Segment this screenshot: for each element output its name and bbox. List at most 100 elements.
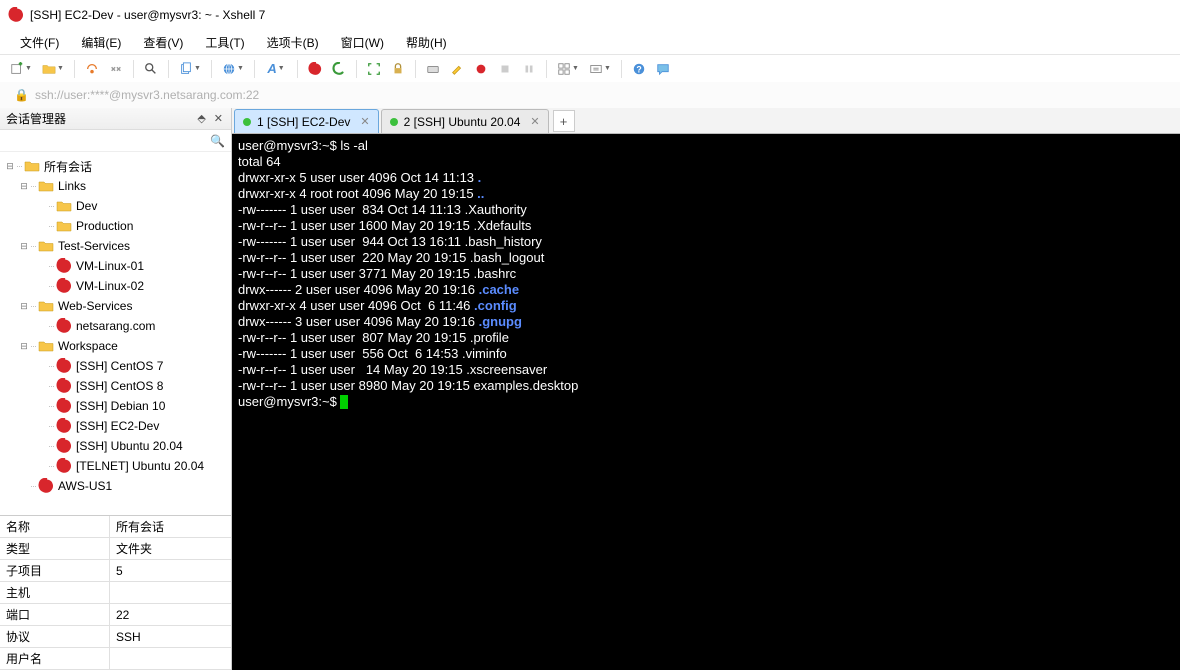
open-session-button[interactable]: ▼ bbox=[38, 58, 68, 80]
tree-workspace[interactable]: ⊟··· Workspace bbox=[0, 336, 231, 356]
copy-button[interactable]: ▼ bbox=[175, 58, 205, 80]
keyboard-button[interactable] bbox=[422, 58, 444, 80]
tree-centos8[interactable]: ···· [SSH] CentOS 8 bbox=[0, 376, 231, 396]
tree-links[interactable]: ⊟··· Links bbox=[0, 176, 231, 196]
find-button[interactable] bbox=[140, 58, 162, 80]
broadcast-button[interactable]: ▼ bbox=[585, 58, 615, 80]
tab-strip: 1 [SSH] EC2-Dev ✕ 2 [SSH] Ubuntu 20.04 ✕… bbox=[232, 108, 1180, 134]
tree-links-prod[interactable]: ···· Production bbox=[0, 216, 231, 236]
tab-ec2dev[interactable]: 1 [SSH] EC2-Dev ✕ bbox=[234, 109, 379, 133]
status-dot-icon bbox=[390, 118, 398, 126]
pause-button[interactable] bbox=[518, 58, 540, 80]
properties-table: 名称所有会话 类型文件夹 子项目5 主机 端口22 协议SSH 用户名 bbox=[0, 515, 231, 670]
menu-window[interactable]: 窗口(W) bbox=[331, 31, 394, 54]
menu-tabs[interactable]: 选项卡(B) bbox=[257, 31, 329, 54]
toolbar-sep bbox=[415, 60, 416, 78]
search-icon: 🔍 bbox=[210, 134, 225, 148]
session-search[interactable]: 🔍 bbox=[0, 130, 231, 152]
prop-user-val bbox=[110, 648, 231, 670]
tree-telnet-ubuntu[interactable]: ···· [TELNET] Ubuntu 20.04 bbox=[0, 456, 231, 476]
toolbar-sep bbox=[254, 60, 255, 78]
svg-text:?: ? bbox=[636, 64, 641, 74]
feedback-button[interactable] bbox=[652, 58, 674, 80]
close-icon[interactable]: ✕ bbox=[530, 115, 539, 128]
prop-type-val: 文件夹 bbox=[110, 538, 231, 560]
window-titlebar: [SSH] EC2-Dev - user@mysvr3: ~ - Xshell … bbox=[0, 0, 1180, 30]
app-logo-icon bbox=[8, 7, 24, 23]
toggle-icon[interactable]: ⊟ bbox=[18, 301, 30, 312]
toolbar-sep bbox=[74, 60, 75, 78]
menu-file[interactable]: 文件(F) bbox=[10, 31, 69, 54]
prop-proto-val: SSH bbox=[110, 626, 231, 648]
tree-ec2dev[interactable]: ···· [SSH] EC2-Dev bbox=[0, 416, 231, 436]
close-panel-icon[interactable]: ✕ bbox=[212, 112, 225, 125]
fullscreen-button[interactable] bbox=[363, 58, 385, 80]
menu-bar: 文件(F) 编辑(E) 查看(V) 工具(T) 选项卡(B) 窗口(W) 帮助(… bbox=[0, 30, 1180, 54]
new-session-button[interactable]: ▼ bbox=[6, 58, 36, 80]
toggle-icon[interactable]: ⊟ bbox=[18, 341, 30, 352]
tree-vm1[interactable]: ···· VM-Linux-01 bbox=[0, 256, 231, 276]
toggle-icon[interactable]: ⊟ bbox=[18, 241, 30, 252]
help-button[interactable]: ? bbox=[628, 58, 650, 80]
menu-view[interactable]: 查看(V) bbox=[133, 31, 193, 54]
address-bar[interactable]: 🔒 ssh://user:****@mysvr3.netsarang.com:2… bbox=[0, 82, 1180, 108]
globe-button[interactable]: ▼ bbox=[218, 58, 248, 80]
tree-aws[interactable]: ···· AWS-US1 bbox=[0, 476, 231, 496]
xftp-button[interactable] bbox=[328, 58, 350, 80]
xshell-button[interactable] bbox=[304, 58, 326, 80]
menu-tools[interactable]: 工具(T) bbox=[195, 31, 254, 54]
prop-port-val: 22 bbox=[110, 604, 231, 626]
tree-web-services[interactable]: ⊟··· Web-Services bbox=[0, 296, 231, 316]
disconnect-button[interactable] bbox=[105, 58, 127, 80]
prop-host-key: 主机 bbox=[0, 582, 110, 604]
tree-ubuntu[interactable]: ···· [SSH] Ubuntu 20.04 bbox=[0, 436, 231, 456]
prop-child-val: 5 bbox=[110, 560, 231, 582]
terminal-area: 1 [SSH] EC2-Dev ✕ 2 [SSH] Ubuntu 20.04 ✕… bbox=[232, 108, 1180, 670]
highlight-button[interactable] bbox=[446, 58, 468, 80]
tree-root[interactable]: ⊟··· 所有会话 bbox=[0, 156, 231, 176]
lock-icon: 🔒 bbox=[14, 88, 29, 102]
menu-help[interactable]: 帮助(H) bbox=[396, 31, 457, 54]
session-manager-panel: 会话管理器 ⬘ ✕ 🔍 ⊟··· 所有会话 ⊟··· Links ···· bbox=[0, 108, 232, 670]
pin-icon[interactable]: ⬘ bbox=[195, 112, 207, 125]
prop-user-key: 用户名 bbox=[0, 648, 110, 670]
address-url: ssh://user:****@mysvr3.netsarang.com:22 bbox=[35, 88, 259, 102]
tree-centos7[interactable]: ···· [SSH] CentOS 7 bbox=[0, 356, 231, 376]
main-split: 会话管理器 ⬘ ✕ 🔍 ⊟··· 所有会话 ⊟··· Links ···· bbox=[0, 108, 1180, 670]
toolbar-sep bbox=[211, 60, 212, 78]
prop-name-key: 名称 bbox=[0, 516, 110, 538]
tree-vm2[interactable]: ···· VM-Linux-02 bbox=[0, 276, 231, 296]
toolbar-sep bbox=[356, 60, 357, 78]
menu-edit[interactable]: 编辑(E) bbox=[71, 31, 131, 54]
prop-port-key: 端口 bbox=[0, 604, 110, 626]
close-icon[interactable]: ✕ bbox=[360, 115, 369, 128]
stop-button[interactable] bbox=[494, 58, 516, 80]
toolbar-sep bbox=[621, 60, 622, 78]
session-tree: ⊟··· 所有会话 ⊟··· Links ···· Dev ···· Produ… bbox=[0, 152, 231, 515]
tree-netsarang[interactable]: ···· netsarang.com bbox=[0, 316, 231, 336]
cursor-icon bbox=[340, 395, 348, 409]
tree-test-services[interactable]: ⊟··· Test-Services bbox=[0, 236, 231, 256]
layout-button[interactable]: ▼ bbox=[553, 58, 583, 80]
toggle-icon[interactable]: ⊟ bbox=[18, 181, 30, 192]
prop-type-key: 类型 bbox=[0, 538, 110, 560]
add-tab-button[interactable]: + bbox=[553, 110, 575, 132]
toolbar-sep bbox=[133, 60, 134, 78]
session-manager-title: 会话管理器 bbox=[6, 110, 66, 127]
window-title: [SSH] EC2-Dev - user@mysvr3: ~ - Xshell … bbox=[30, 8, 265, 22]
connect-button[interactable] bbox=[81, 58, 103, 80]
prop-name-val: 所有会话 bbox=[110, 516, 231, 538]
session-manager-header: 会话管理器 ⬘ ✕ bbox=[0, 108, 231, 130]
toolbar-sep bbox=[297, 60, 298, 78]
terminal-output[interactable]: user@mysvr3:~$ ls -altotal 64drwxr-xr-x … bbox=[232, 134, 1180, 670]
lock-button[interactable] bbox=[387, 58, 409, 80]
toggle-icon[interactable]: ⊟ bbox=[4, 161, 16, 172]
toolbar-sep bbox=[546, 60, 547, 78]
tree-links-dev[interactable]: ···· Dev bbox=[0, 196, 231, 216]
tree-debian10[interactable]: ···· [SSH] Debian 10 bbox=[0, 396, 231, 416]
main-toolbar: ▼ ▼ ▼ ▼ A▼ ▼ ▼ ? bbox=[0, 54, 1180, 82]
record-button[interactable] bbox=[470, 58, 492, 80]
font-button[interactable]: A▼ bbox=[261, 58, 291, 80]
tab-ubuntu[interactable]: 2 [SSH] Ubuntu 20.04 ✕ bbox=[381, 109, 549, 133]
toolbar-sep bbox=[168, 60, 169, 78]
